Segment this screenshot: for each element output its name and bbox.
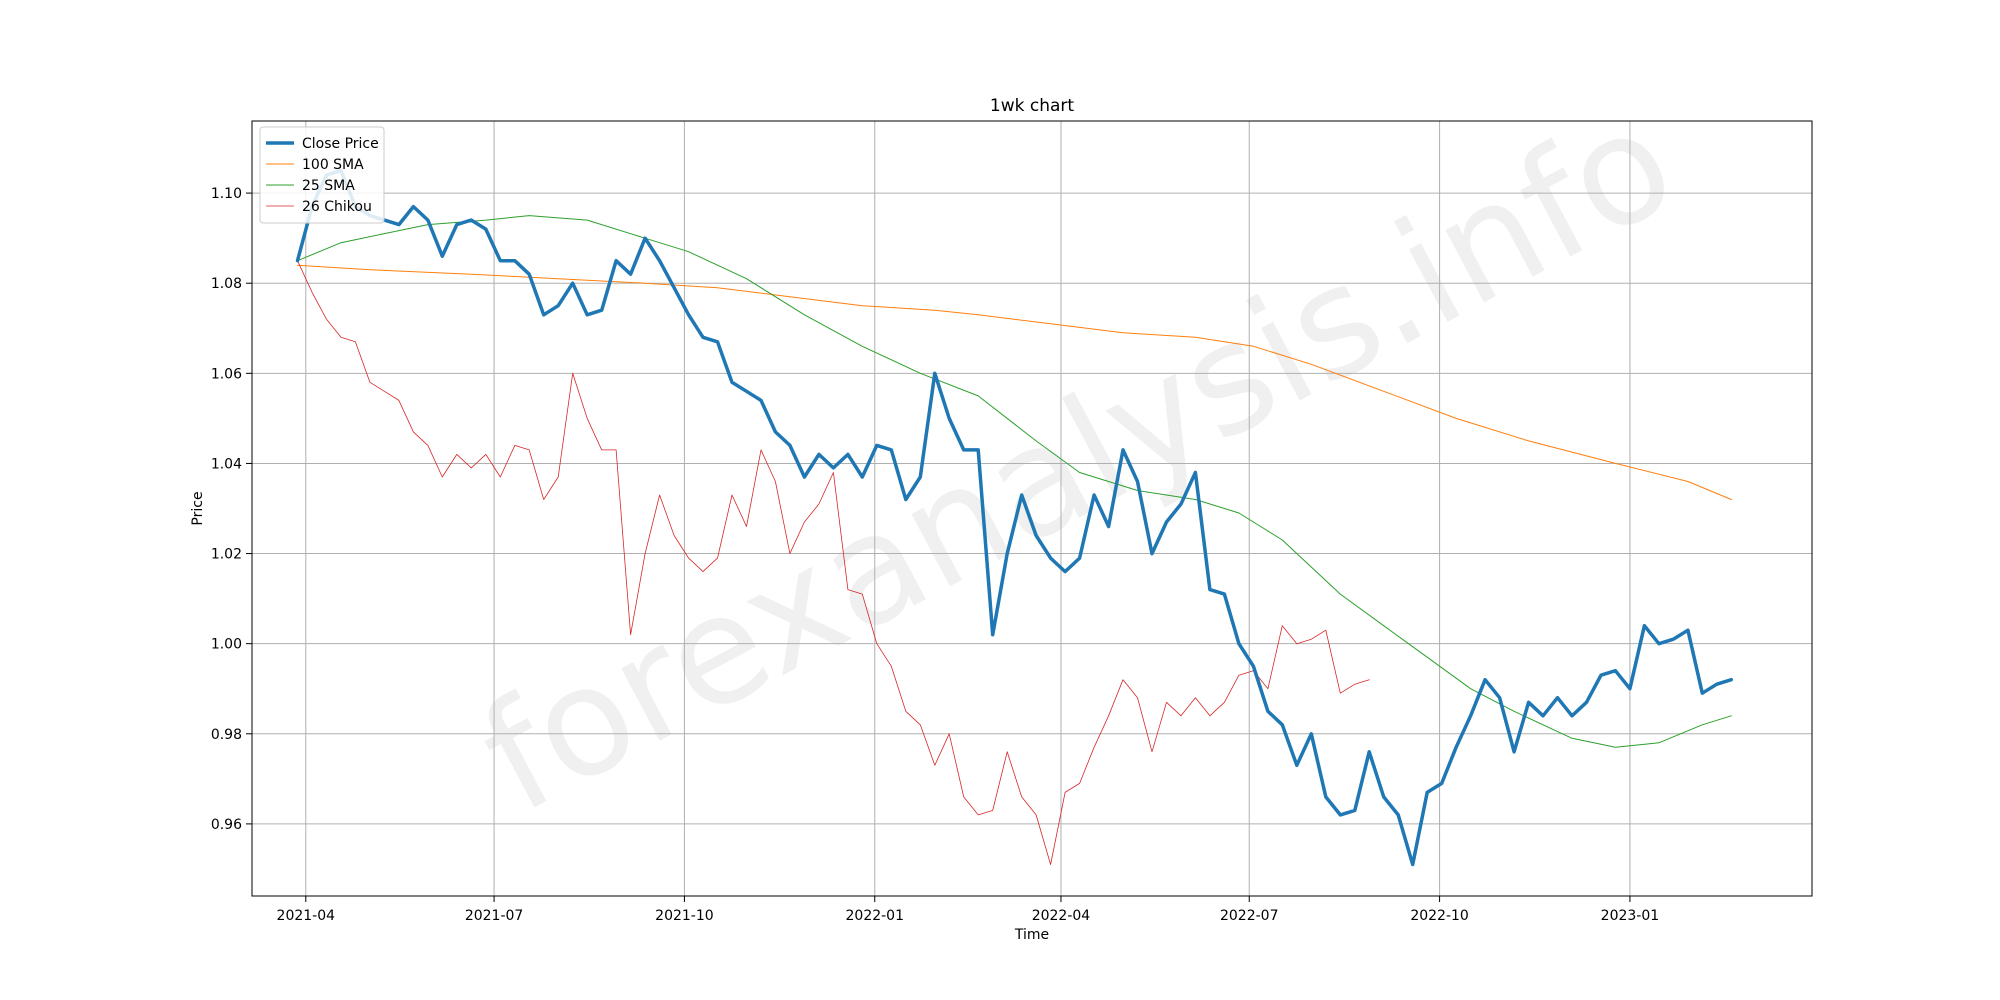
chart-figure: forexanalysis.info 2021-04 2021-07 2021-10… bbox=[0, 0, 2000, 1000]
legend-label: 25 SMA bbox=[302, 178, 355, 194]
y-tick-label: 1.08 bbox=[211, 276, 242, 292]
x-tick-label: 2022-04 bbox=[1032, 908, 1091, 924]
legend-label: 100 SMA bbox=[302, 157, 364, 173]
x-axis: 2021-04 2021-07 2021-10 2022-01 2022-04 2022-… bbox=[277, 896, 1660, 924]
x-tick-label: 2021-04 bbox=[277, 908, 336, 924]
watermark-text: forexanalysis.info bbox=[455, 75, 1700, 847]
x-tick-label: 2022-10 bbox=[1410, 908, 1469, 924]
y-tick-label: 1.00 bbox=[211, 637, 242, 653]
chart-title: 1wk chart bbox=[990, 96, 1074, 116]
y-tick-label: 1.10 bbox=[211, 186, 242, 202]
x-tick-label: 2022-01 bbox=[846, 908, 905, 924]
x-tick-label: 2021-10 bbox=[655, 908, 714, 924]
legend-label: 26 Chikou bbox=[302, 199, 372, 215]
y-tick-label: 0.98 bbox=[211, 727, 242, 743]
line-chart: forexanalysis.info 2021-04 2021-07 2021-10… bbox=[190, 75, 1813, 943]
legend-label: Close Price bbox=[302, 136, 379, 152]
y-tick-label: 1.02 bbox=[211, 547, 242, 563]
x-tick-label: 2022-07 bbox=[1220, 908, 1279, 924]
y-axis-label: Price bbox=[190, 491, 206, 525]
legend: Close Price 100 SMA 25 SMA 26 Chikou bbox=[259, 126, 385, 224]
y-tick-label: 1.04 bbox=[211, 456, 242, 472]
y-tick-label: 0.96 bbox=[211, 817, 242, 833]
x-axis-label: Time bbox=[1014, 927, 1049, 943]
y-tick-label: 1.06 bbox=[211, 366, 242, 382]
x-tick-label: 2023-01 bbox=[1601, 908, 1660, 924]
x-tick-label: 2021-07 bbox=[465, 908, 524, 924]
y-axis: 0.96 0.98 1.00 1.02 1.04 1.06 1.08 1.10 bbox=[211, 186, 252, 833]
